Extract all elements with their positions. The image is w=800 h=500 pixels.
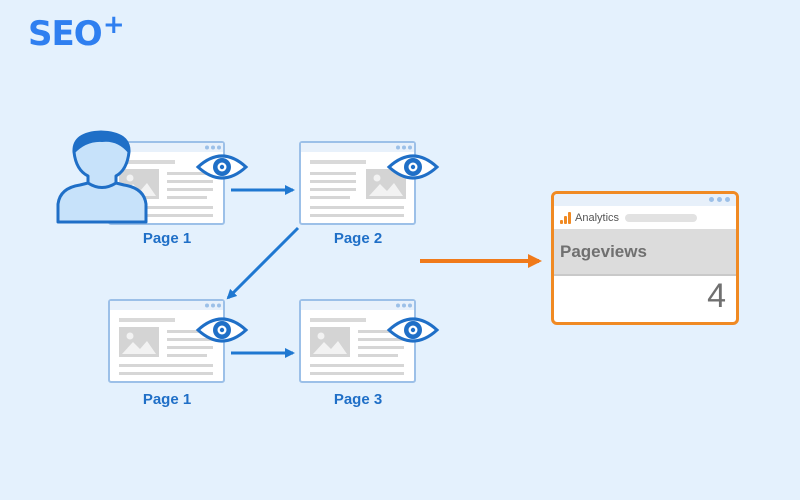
arrow-page2-to-page1 bbox=[226, 226, 300, 300]
metric-label: Pageviews bbox=[554, 229, 736, 276]
image-placeholder-icon bbox=[310, 327, 350, 357]
page-label: Page 1 bbox=[142, 391, 192, 408]
window-titlebar bbox=[554, 194, 736, 206]
page-label: Page 3 bbox=[333, 391, 383, 408]
metric-value: 4 bbox=[707, 277, 726, 315]
analytics-header: Analytics bbox=[554, 206, 736, 229]
page-label: Page 2 bbox=[333, 230, 383, 247]
page-window-top-right bbox=[299, 141, 416, 225]
analytics-logo-icon bbox=[560, 211, 571, 224]
image-placeholder-icon bbox=[119, 327, 159, 357]
analytics-panel: Analytics Pageviews 4 bbox=[551, 191, 739, 325]
search-bar bbox=[625, 213, 698, 222]
window-controls bbox=[709, 197, 730, 202]
analytics-title: Analytics bbox=[575, 211, 620, 224]
page-window-bottom-left bbox=[108, 299, 225, 383]
page-window-bottom-right bbox=[299, 299, 416, 383]
page-label: Page 1 bbox=[142, 230, 192, 247]
